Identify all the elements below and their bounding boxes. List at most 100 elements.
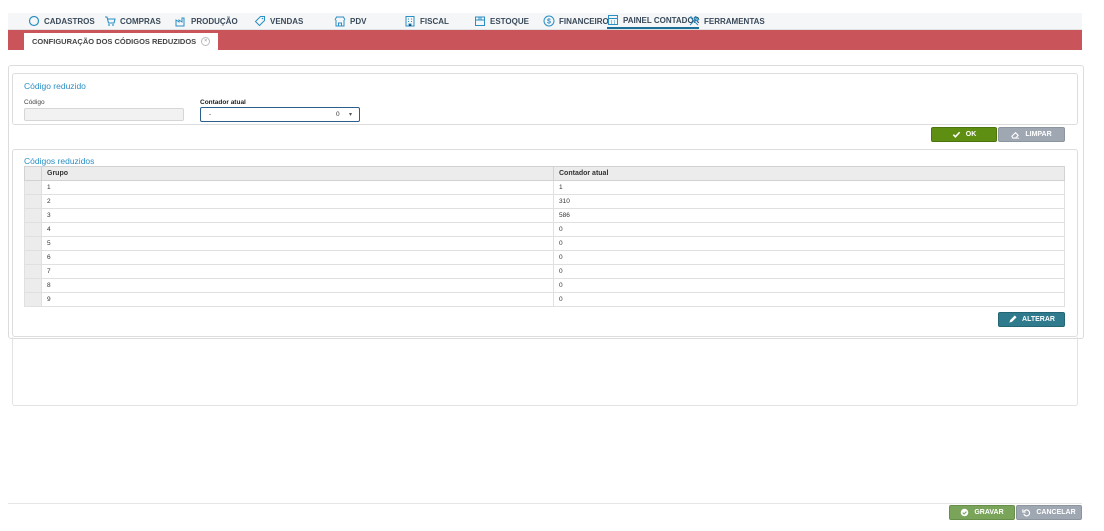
table-row[interactable]: 80: [24, 278, 1065, 293]
factory-icon: [175, 17, 185, 27]
contador-cell: 0: [553, 222, 1065, 237]
menu-label: FINANCEIRO: [559, 16, 609, 26]
table-row[interactable]: 70: [24, 264, 1065, 279]
cancelar-button[interactable]: CANCELAR: [1016, 505, 1082, 520]
grupo-cell: 5: [41, 236, 554, 251]
svg-text:$: $: [547, 19, 551, 26]
grupo-cell: 8: [41, 278, 554, 293]
menu-producao[interactable]: PRODUÇÃO: [175, 13, 238, 29]
row-selector[interactable]: [24, 278, 42, 293]
limpar-button[interactable]: LIMPAR: [998, 127, 1065, 142]
row-selector[interactable]: [24, 194, 42, 209]
codigo-label: Código: [24, 99, 45, 106]
ok-button[interactable]: OK: [931, 127, 997, 142]
menu-label: PRODUÇÃO: [191, 16, 238, 26]
row-selector[interactable]: [24, 250, 42, 265]
column-header-contador-atual[interactable]: Contador atual: [553, 166, 1065, 181]
contador-cell: 0: [553, 236, 1065, 251]
dollar-icon: $: [543, 15, 555, 27]
menu-label: COMPRAS: [120, 16, 161, 26]
menu-label: FISCAL: [420, 16, 449, 26]
menu-painel-contador[interactable]: PAINEL CONTADOR: [607, 13, 700, 29]
table-row[interactable]: 2 310: [24, 194, 1065, 209]
grupo-cell: 7: [41, 264, 554, 279]
close-tab-icon[interactable]: ×: [201, 37, 211, 46]
menu-label: ESTOQUE: [490, 16, 529, 26]
tools-icon: [689, 16, 700, 26]
row-selector[interactable]: [24, 180, 42, 195]
row-selector[interactable]: [24, 222, 42, 237]
undo-icon: [1022, 509, 1031, 517]
store-icon: [334, 16, 346, 27]
cancelar-button-label: CANCELAR: [1036, 509, 1076, 516]
contador-dash: -: [209, 111, 212, 118]
box-icon: [475, 16, 485, 26]
eraser-icon: [1011, 131, 1020, 139]
form-section-title: Código reduzido: [24, 81, 86, 91]
contador-cell: 0: [553, 250, 1065, 265]
check-icon: [952, 131, 960, 138]
contador-cell: 586: [553, 208, 1065, 223]
alterar-button[interactable]: ALTERAR: [998, 312, 1065, 327]
row-selector[interactable]: [24, 264, 42, 279]
menu-vendas[interactable]: VENDAS: [254, 13, 303, 29]
table-row[interactable]: 60: [24, 250, 1065, 265]
table-row[interactable]: 3 586: [24, 208, 1065, 223]
contador-cell: 0: [553, 278, 1065, 293]
menu-ferramentas[interactable]: FERRAMENTAS: [688, 13, 765, 29]
check-circle-icon: [961, 508, 969, 517]
limpar-button-label: LIMPAR: [1025, 131, 1052, 138]
menu-fiscal[interactable]: FISCAL: [404, 13, 449, 29]
menu-financeiro[interactable]: $ FINANCEIRO: [543, 13, 609, 29]
building-icon: [405, 16, 415, 27]
row-selector[interactable]: [24, 208, 42, 223]
codigo-input[interactable]: [24, 108, 184, 121]
table-row[interactable]: 40: [24, 222, 1065, 237]
main-menu-bar: CADASTROS COMPRAS PRODUÇÃO VENDAS PDV FI…: [8, 13, 1082, 30]
menu-pdv[interactable]: PDV: [334, 13, 366, 29]
grupo-cell: 3: [41, 208, 554, 223]
pencil-icon: [1009, 315, 1017, 323]
circle-icon: [28, 15, 40, 27]
grupo-cell: 9: [41, 292, 554, 307]
menu-label: CADASTROS: [44, 16, 95, 26]
grupo-cell: 2: [41, 194, 554, 209]
menu-estoque[interactable]: ESTOQUE: [474, 13, 529, 29]
column-header-grupo[interactable]: Grupo: [41, 166, 554, 181]
contador-cell: 0: [553, 264, 1065, 279]
cart-icon: [105, 16, 116, 26]
gravar-button-label: GRAVAR: [974, 509, 1004, 516]
calculator-icon: [608, 15, 618, 25]
row-selector[interactable]: [24, 292, 42, 307]
menu-label: FERRAMENTAS: [704, 16, 765, 26]
menu-label: VENDAS: [270, 16, 304, 26]
grupo-cell: 4: [41, 222, 554, 237]
alterar-button-label: ALTERAR: [1022, 316, 1055, 323]
menu-label: PDV: [350, 16, 367, 26]
menu-cadastros[interactable]: CADASTROS: [28, 13, 95, 29]
table-row[interactable]: 11: [24, 180, 1065, 195]
contador-cell: 310: [553, 194, 1065, 209]
tab-bar: CONFIGURAÇÃO DOS CÓDIGOS REDUZIDOS ×: [8, 30, 1082, 50]
grupo-cell: 6: [41, 250, 554, 265]
table-section-title: Códigos reduzidos: [24, 156, 95, 166]
contador-atual-select[interactable]: - 0 ▾: [200, 107, 360, 122]
tab-configuracao-codigos[interactable]: CONFIGURAÇÃO DOS CÓDIGOS REDUZIDOS ×: [24, 33, 219, 50]
table-row[interactable]: 50: [24, 236, 1065, 251]
row-selector[interactable]: [24, 236, 42, 251]
row-selector-header: [24, 166, 42, 181]
codigos-reduzidos-table: Grupo Contador atual 11 2 310 3 586 40 50 …: [24, 166, 1065, 307]
tab-label: CONFIGURAÇÃO DOS CÓDIGOS REDUZIDOS: [32, 37, 197, 46]
table-row[interactable]: 90: [24, 292, 1065, 307]
footer-divider: [8, 503, 1082, 504]
contador-cell: 1: [553, 180, 1065, 195]
contador-cell: 0: [553, 292, 1065, 307]
chevron-down-icon: ▾: [349, 112, 353, 118]
ok-button-label: OK: [965, 131, 977, 138]
menu-compras[interactable]: COMPRAS: [104, 13, 161, 29]
tag-icon: [254, 16, 265, 27]
lower-empty-panel: [12, 337, 1078, 406]
contador-atual-label: Contador atual: [200, 99, 246, 106]
gravar-button[interactable]: GRAVAR: [949, 505, 1015, 520]
contador-value: 0: [336, 111, 340, 118]
